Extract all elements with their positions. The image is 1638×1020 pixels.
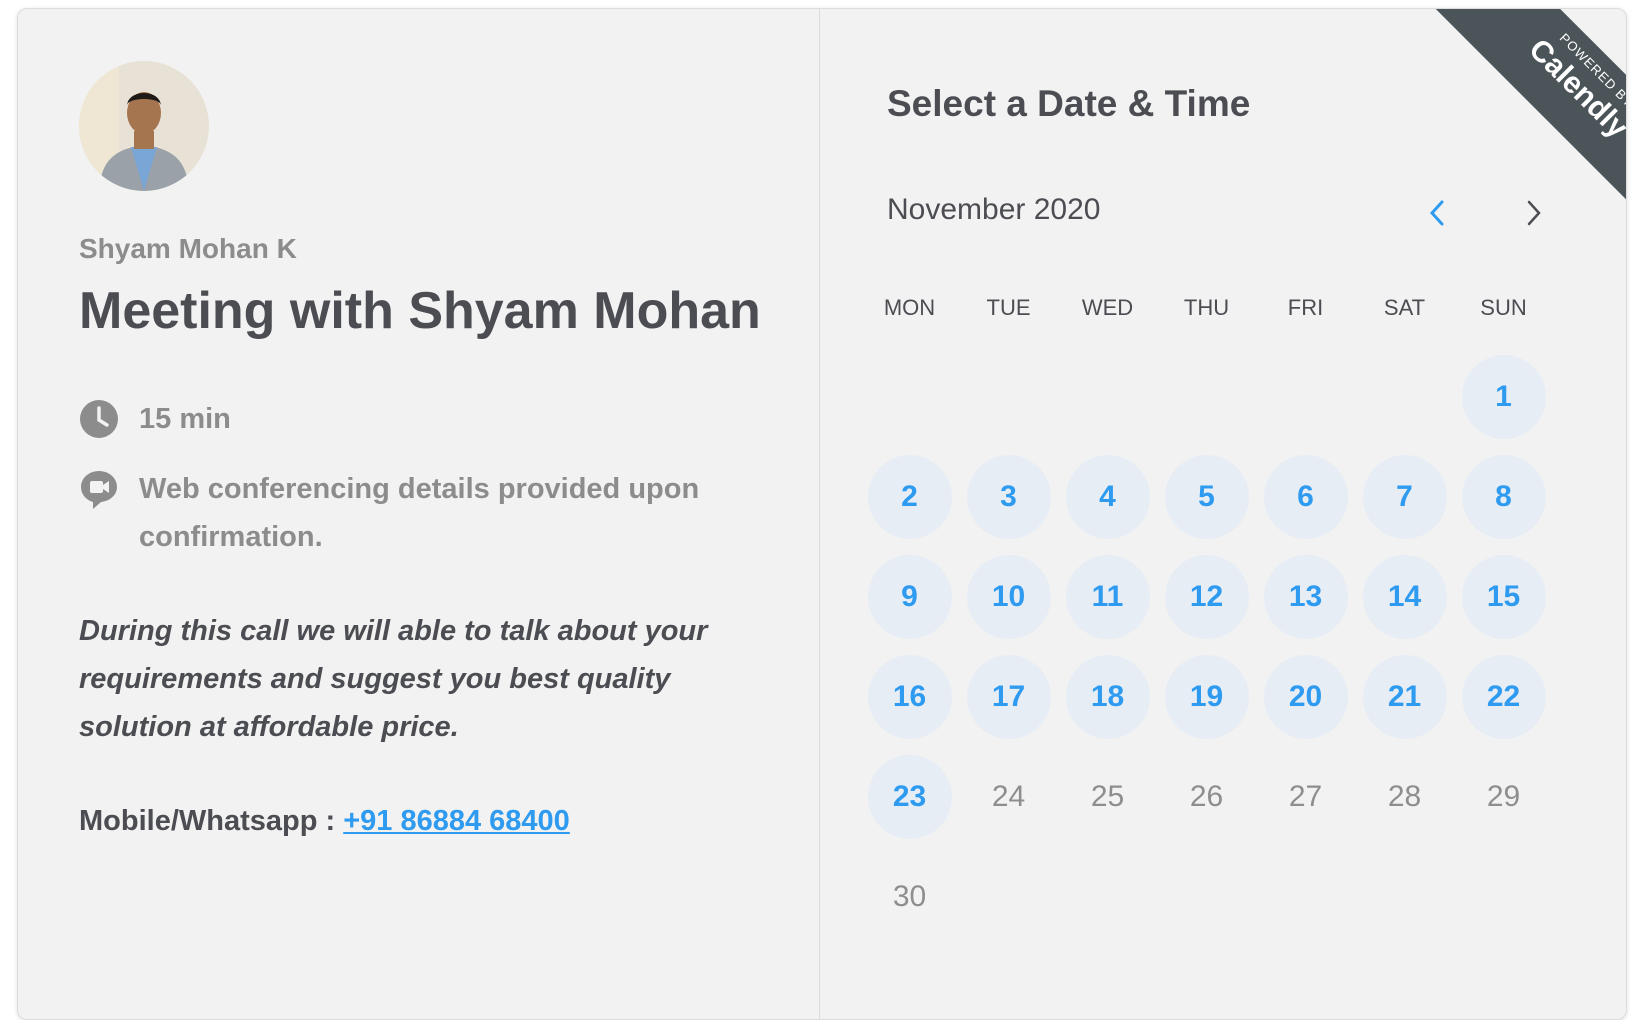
- unavailable-day: 29: [1486, 780, 1521, 813]
- available-day-button[interactable]: 2: [867, 455, 952, 539]
- available-day-button[interactable]: 18: [1065, 655, 1150, 739]
- host-avatar: [79, 61, 209, 191]
- available-day-button[interactable]: 19: [1164, 655, 1249, 739]
- unavailable-day: 28: [1387, 780, 1422, 813]
- weekday-label: WED: [1081, 295, 1134, 320]
- available-day-button[interactable]: 13: [1263, 555, 1348, 639]
- event-description: During this call we will able to talk ab…: [79, 615, 708, 743]
- weekday-label: TUE: [986, 295, 1031, 320]
- contact-label: Mobile/Whatsapp :: [79, 805, 344, 837]
- event-title: Meeting with Shyam Mohan: [79, 282, 761, 340]
- available-day-button[interactable]: 15: [1461, 555, 1546, 639]
- unavailable-day: 24: [991, 780, 1026, 813]
- available-day-button[interactable]: 4: [1065, 455, 1150, 539]
- conferencing-row: Web conferencing details provided upon c…: [79, 469, 759, 561]
- available-day-button[interactable]: 3: [966, 455, 1051, 539]
- calendar-days-grid: 1 2 3 4 5 6 7 8 9 10 11 12 13 14 15 16 17 18 19 20 21 22 23 24 2…: [860, 349, 1553, 949]
- phone-link[interactable]: +91 86884 68400: [343, 805, 570, 837]
- host-photo: [79, 61, 209, 191]
- month-label: November 2020: [887, 193, 1101, 226]
- unavailable-day: 27: [1288, 780, 1323, 813]
- unavailable-day: 26: [1189, 780, 1224, 813]
- duration-row: 15 min: [79, 399, 231, 439]
- available-day-button[interactable]: 10: [966, 555, 1051, 639]
- available-day-button[interactable]: 1: [1461, 355, 1546, 439]
- available-day-button[interactable]: 6: [1263, 455, 1348, 539]
- available-day-button[interactable]: 17: [966, 655, 1051, 739]
- clock-icon: [79, 399, 119, 439]
- host-name: Shyam Mohan K: [79, 233, 297, 264]
- available-day-button[interactable]: 23: [867, 755, 952, 839]
- panel-divider: [819, 9, 820, 1019]
- weekday-label: THU: [1183, 295, 1230, 320]
- brand-text: Calendly: [1522, 32, 1626, 145]
- available-day-button[interactable]: 12: [1164, 555, 1249, 639]
- available-day-button[interactable]: 14: [1362, 555, 1447, 639]
- available-day-button[interactable]: 7: [1362, 455, 1447, 539]
- booking-card: Shyam Mohan K Meeting with Shyam Mohan 1…: [17, 8, 1627, 1020]
- weekday-label: SAT: [1383, 295, 1426, 320]
- unavailable-day: 30: [892, 880, 927, 913]
- video-chat-icon: [79, 469, 119, 509]
- unavailable-day: 25: [1090, 780, 1125, 813]
- weekday-label: FRI: [1287, 295, 1324, 320]
- weekday-label: SUN: [1480, 295, 1527, 320]
- available-day-button[interactable]: 22: [1461, 655, 1546, 739]
- calendar-heading: Select a Date & Time: [887, 83, 1251, 124]
- available-day-button[interactable]: 20: [1263, 655, 1348, 739]
- available-day-button[interactable]: 16: [867, 655, 952, 739]
- weekday-label: MON: [883, 295, 936, 320]
- available-day-button[interactable]: 9: [867, 555, 952, 639]
- available-day-button[interactable]: 11: [1065, 555, 1150, 639]
- conferencing-text: Web conferencing details provided upon c…: [139, 473, 700, 553]
- weekday-header: MON TUE WED THU FRI SAT SUN: [860, 295, 1553, 321]
- available-day-button[interactable]: 5: [1164, 455, 1249, 539]
- available-day-button[interactable]: 21: [1362, 655, 1447, 739]
- available-day-button[interactable]: 8: [1461, 455, 1546, 539]
- duration-text: 15 min: [139, 403, 231, 435]
- contact-line: Mobile/Whatsapp : +91 86884 68400: [79, 805, 570, 838]
- ribbon-band: POWERED BY Calendly: [1433, 9, 1626, 219]
- powered-by-ribbon[interactable]: POWERED BY Calendly: [1406, 9, 1626, 219]
